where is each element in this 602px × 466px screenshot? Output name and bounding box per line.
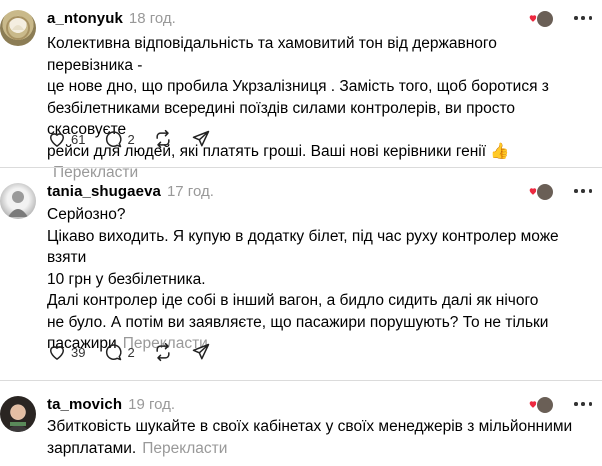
avatar[interactable]	[0, 396, 36, 432]
reply-header: ta_movich 19 год.	[47, 394, 175, 414]
timestamp[interactable]: 18 год.	[129, 10, 176, 27]
username[interactable]: tania_shugaeva	[47, 183, 161, 200]
reply-top-icons	[528, 182, 592, 201]
more-icon[interactable]	[574, 16, 592, 20]
username[interactable]: ta_movich	[47, 396, 122, 413]
reply-text: Збитковість шукайте в своїх кабінетах у …	[47, 416, 587, 459]
liked-by-author-badge	[528, 182, 556, 201]
timestamp[interactable]: 19 год.	[128, 396, 175, 413]
avatar-image	[6, 405, 30, 432]
share-button[interactable]	[191, 342, 211, 362]
reply-text: Серйозно? Цікаво виходить. Я купую в дод…	[47, 204, 587, 355]
share-button[interactable]	[191, 129, 211, 149]
reply-header: a_ntonyuk 18 год.	[47, 8, 176, 28]
avatar[interactable]	[0, 10, 36, 46]
translate-link[interactable]: Перекласти	[142, 440, 227, 457]
comment-count: 2	[127, 344, 135, 360]
divider	[0, 380, 602, 381]
comment-icon	[106, 131, 123, 148]
avatar[interactable]	[0, 183, 36, 219]
repost-icon	[156, 129, 170, 149]
heart-icon	[50, 346, 64, 360]
avatar-image	[6, 16, 30, 40]
more-icon[interactable]	[574, 189, 592, 193]
username[interactable]: a_ntonyuk	[47, 10, 123, 27]
timestamp[interactable]: 17 год.	[167, 183, 214, 200]
repost-button[interactable]	[153, 129, 173, 149]
repost-icon	[156, 342, 170, 362]
liked-by-author-badge	[528, 9, 556, 28]
heart-icon	[50, 133, 64, 147]
reply-text-line: Колективна відповідальність та хамовитий…	[47, 35, 497, 74]
author-avatar-mini	[536, 396, 554, 414]
reply-text-line: не було. А потім ви заявляєте, що пасажи…	[47, 313, 549, 331]
reply-text: Колективна відповідальність та хамовитий…	[47, 33, 587, 184]
reply-text-line: Збитковість шукайте в своїх кабінетах у …	[47, 418, 573, 435]
share-icon	[192, 343, 209, 360]
like-count: 61	[71, 131, 86, 147]
more-icon[interactable]	[574, 402, 592, 406]
reply-actions: 61 2	[47, 128, 229, 150]
like-button[interactable]: 39	[47, 342, 85, 362]
reply-top-icons	[528, 9, 592, 28]
reply-text-line: це нове дно, що пробила Укрзалізниця . З…	[47, 78, 549, 95]
share-icon	[192, 130, 209, 147]
reply-top-icons	[528, 395, 592, 414]
like-count: 39	[71, 344, 86, 360]
reply-text-line: Цікаво виходить. Я купую в додатку білет…	[47, 227, 559, 267]
reply-header: tania_shugaeva 17 год.	[47, 181, 214, 201]
reply-text-line: Серйозно?	[47, 206, 126, 223]
comment-button[interactable]: 2	[103, 342, 135, 362]
comment-button[interactable]: 2	[103, 129, 135, 149]
comment-count: 2	[127, 131, 135, 147]
reply-text-line: зарплатами.	[47, 439, 137, 457]
divider	[0, 167, 602, 168]
reply-text-line: 10 грн у безбілетника.	[47, 270, 206, 288]
reply-actions: 39 2	[47, 341, 229, 363]
liked-by-author-badge	[528, 395, 556, 414]
avatar-image	[8, 191, 28, 217]
author-avatar-mini	[536, 183, 554, 201]
author-avatar-mini	[536, 10, 554, 28]
repost-button[interactable]	[153, 342, 173, 362]
reply-text-line: Далі контролер іде собі в інший вагон, а…	[47, 292, 539, 309]
like-button[interactable]: 61	[47, 129, 85, 149]
comment-icon	[106, 344, 123, 361]
